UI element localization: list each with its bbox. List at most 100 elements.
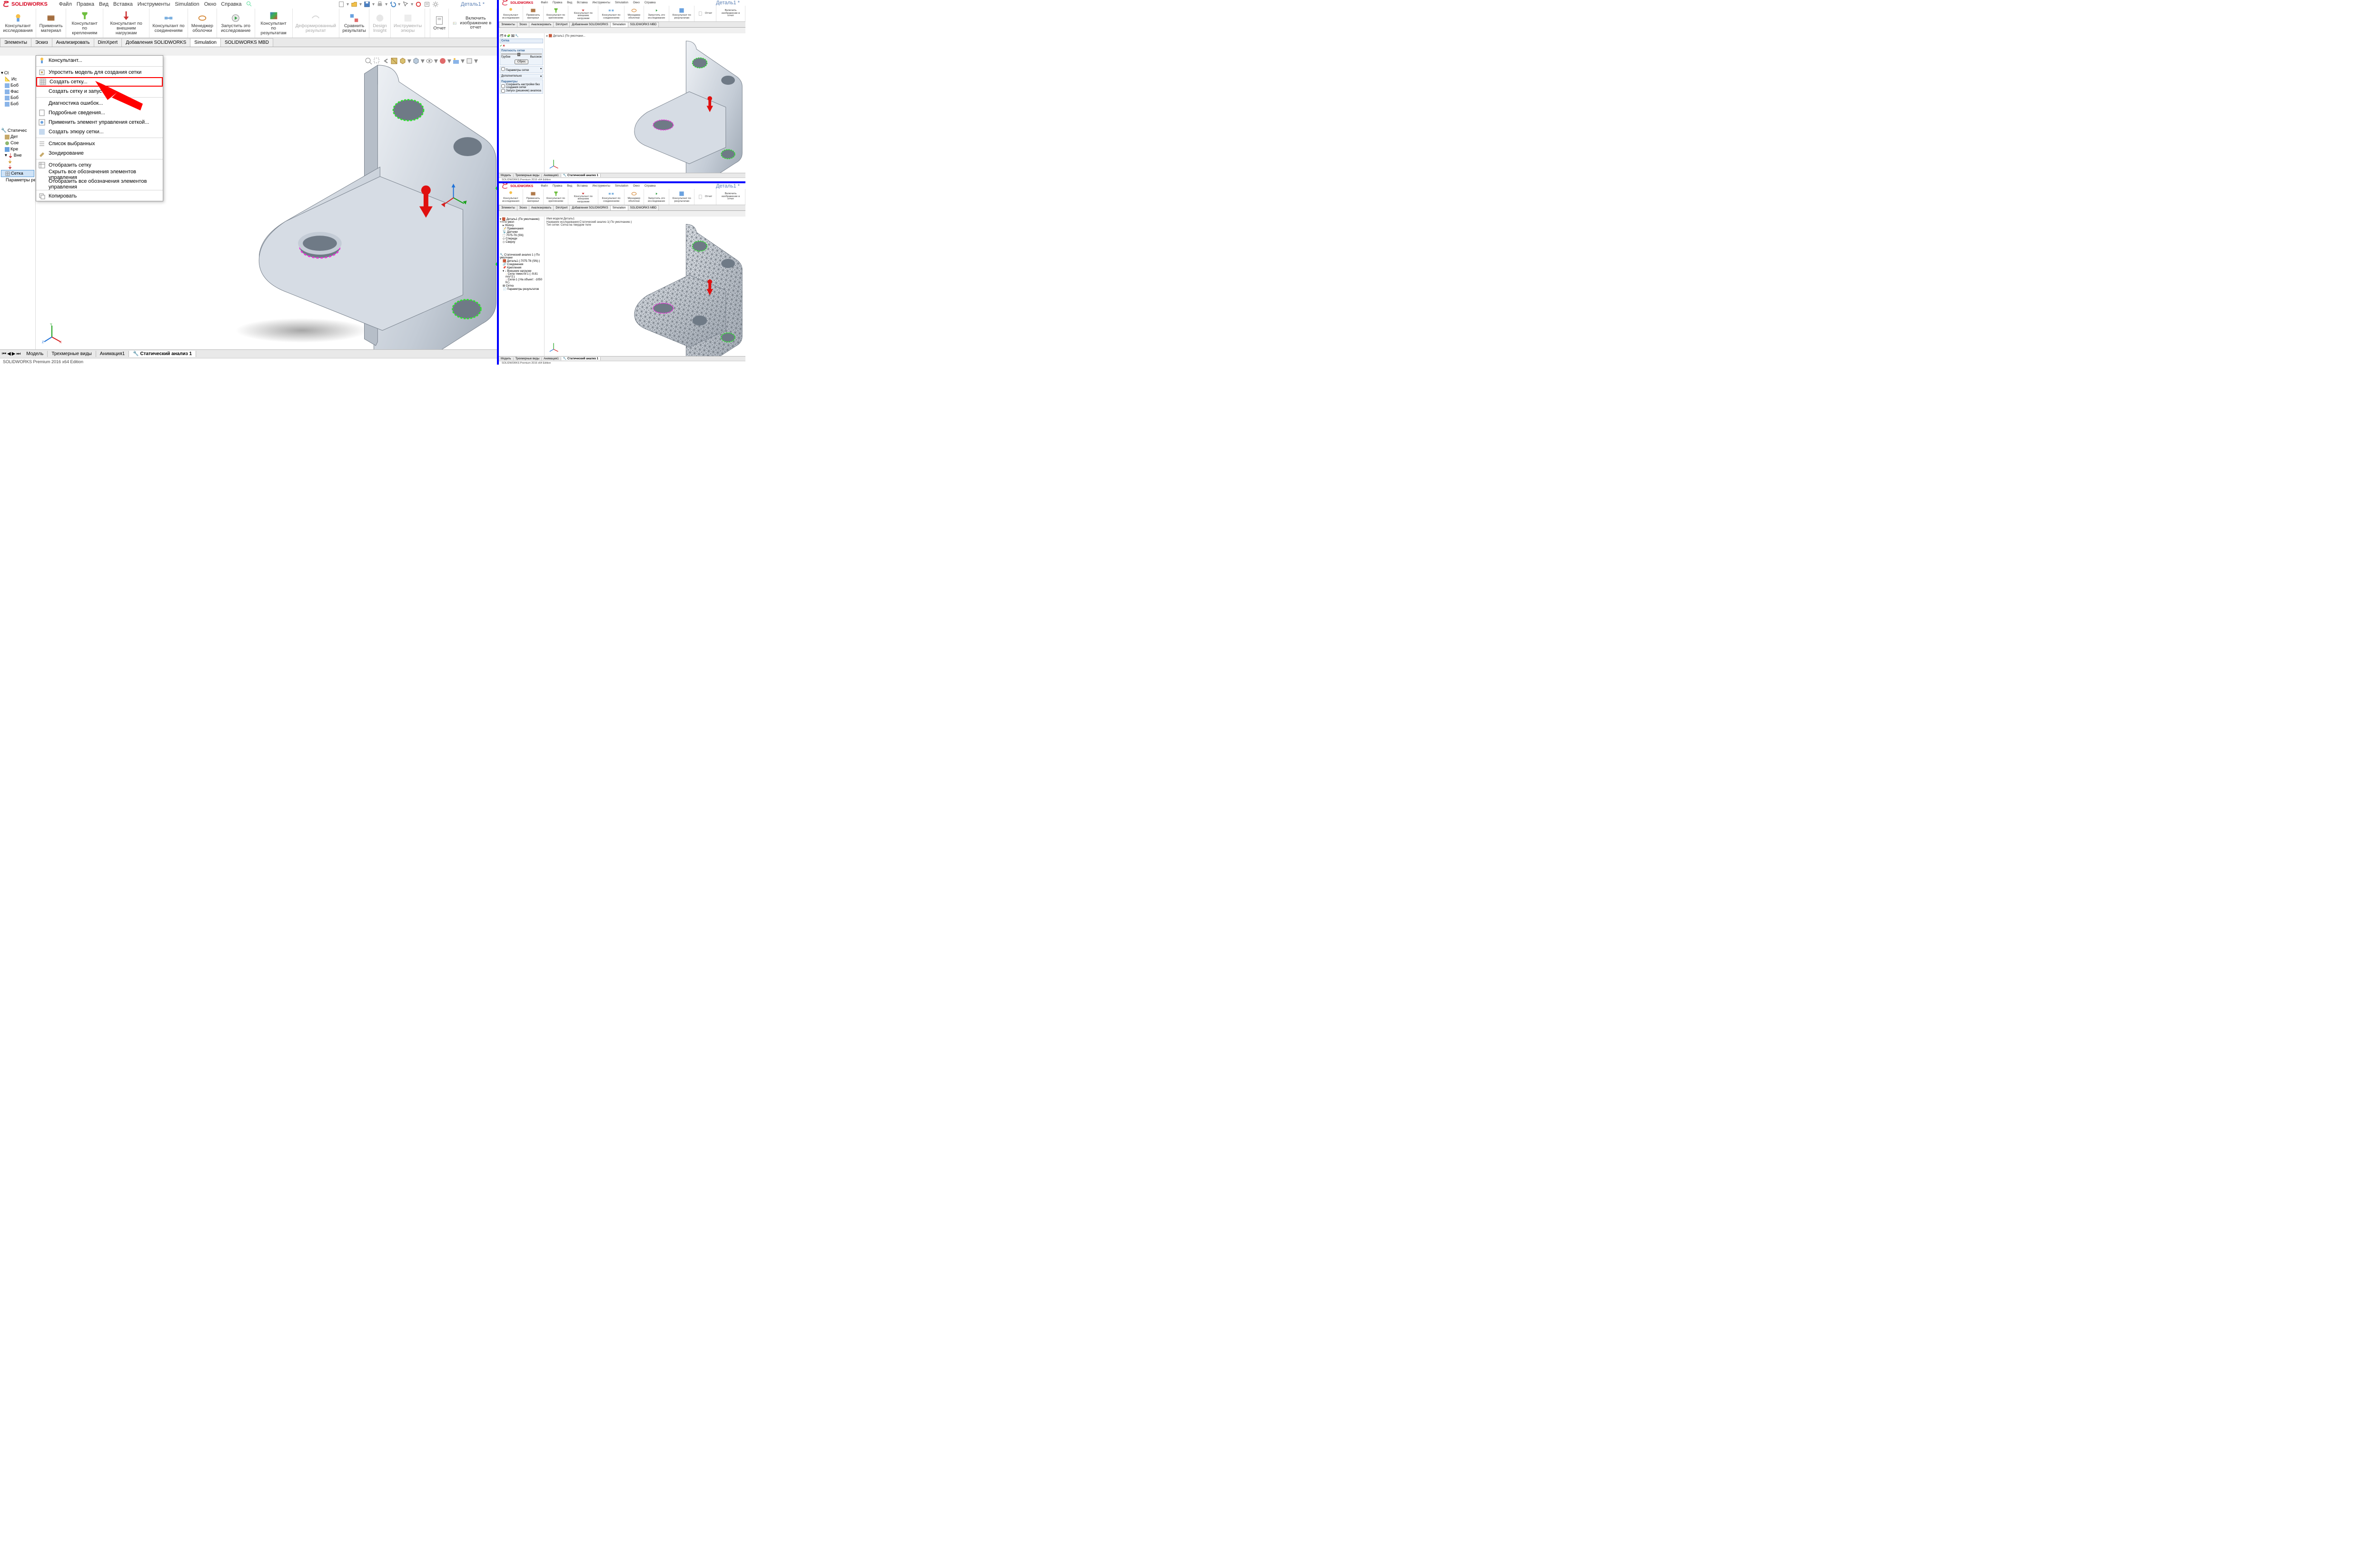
tree-mesh[interactable]: Сетка: [1, 170, 34, 177]
ctx-show-all-controls[interactable]: Отобразить все обозначения элементов упр…: [36, 179, 163, 189]
pm-ok-icon[interactable]: ✔: [500, 44, 502, 48]
new-icon[interactable]: [338, 1, 345, 8]
settings-icon[interactable]: [432, 1, 439, 8]
tree-part-root[interactable]: ▾ Ct: [1, 70, 34, 76]
view-orient-icon[interactable]: [399, 57, 407, 65]
pm-cancel-icon[interactable]: ✖: [503, 44, 505, 48]
tree-item[interactable]: Боб: [1, 82, 34, 89]
simulation-tree[interactable]: ▾ 🧱 Деталь1 (По умолчанию) <<По умол ▸ H…: [499, 217, 545, 356]
tree-item[interactable]: 📐 Ис: [1, 76, 34, 82]
ctx-show-mesh[interactable]: Отобразить сетку: [36, 160, 163, 170]
display-style-icon[interactable]: [412, 57, 420, 65]
tab-sketch[interactable]: Эскиз: [31, 38, 52, 47]
zoom-area-icon[interactable]: [373, 57, 381, 65]
graphics-area-small[interactable]: ▸ 🧱 Деталь1 (По умолчани...: [545, 33, 745, 173]
options-icon[interactable]: [424, 1, 430, 8]
menu-view[interactable]: Вид: [99, 1, 109, 7]
rb-include-image[interactable]: Включить изображение в отчет: [449, 9, 497, 38]
rb-shell-manager[interactable]: Менеджер оболочки: [188, 9, 217, 38]
tree-results-options[interactable]: Параметры результатов: [1, 177, 34, 183]
menu-window[interactable]: Окно: [204, 1, 217, 7]
breadcrumb[interactable]: ▸ 🧱 Деталь1 (По умолчани...: [546, 34, 585, 38]
btab-static[interactable]: 🔧 Статический анализ 1: [129, 351, 196, 357]
print-icon[interactable]: [377, 1, 383, 8]
mesh-density-slider[interactable]: [501, 53, 542, 55]
btab-nav-prev-icon[interactable]: ◀: [7, 351, 11, 357]
zoom-fit-icon[interactable]: [365, 57, 372, 65]
menu-simulation[interactable]: Simulation: [175, 1, 199, 7]
rb-loads-advisor[interactable]: Консультант по внешним нагрузкам: [103, 9, 149, 38]
tree-item[interactable]: Дет: [1, 134, 34, 140]
rb-connections-advisor[interactable]: Консультант по соединениям: [149, 9, 188, 38]
save-no-mesh-check[interactable]: [501, 84, 505, 88]
undo-icon[interactable]: [389, 1, 396, 8]
tab-evaluate[interactable]: Анализировать: [52, 38, 94, 47]
tab-features[interactable]: Элементы: [0, 38, 31, 47]
pm-tab-4-icon[interactable]: 🖼: [511, 34, 515, 38]
rb-study-advisor[interactable]: Консультант исследования: [0, 9, 36, 38]
btab-nav-next-icon[interactable]: ▶: [12, 351, 16, 357]
menu-tools[interactable]: Инструменты: [138, 1, 170, 7]
view-settings-icon[interactable]: [466, 57, 473, 65]
ctx-mesh-plot[interactable]: Создать эпюру сетки...: [36, 127, 163, 137]
rebuild-icon[interactable]: [415, 1, 422, 8]
tree-part-root[interactable]: ▾ 🧱 Деталь1 (По умолчанию) <<По умол: [500, 218, 543, 224]
ctx-selected-list[interactable]: Список выбранных: [36, 139, 163, 149]
tree-item[interactable]: Сoe: [1, 140, 34, 146]
open-icon[interactable]: [351, 1, 357, 8]
ctx-hide-all-controls[interactable]: Скрыть все обозначения элементов управле…: [36, 170, 163, 179]
rb-report[interactable]: Отчет: [430, 9, 449, 38]
pm-tab-1-icon[interactable]: 🗂: [500, 34, 504, 38]
mesh-property-manager[interactable]: 🗂⚙🧩🖼🔧 Сетка ✔ ✖ Плотность сетки ГрубоеВы…: [499, 33, 545, 173]
view-toolbar: ▾ ▾ ▾ ▾ ▾ ▾: [365, 57, 478, 65]
pm-tab-5-icon[interactable]: 🔧: [515, 34, 518, 38]
menu-insert[interactable]: Вставка: [113, 1, 133, 7]
ctx-probe[interactable]: Зондирование: [36, 149, 163, 158]
btab-nav-first-icon[interactable]: ⏮: [2, 351, 6, 357]
tree-item[interactable]: Фаc: [1, 89, 34, 95]
save-icon[interactable]: [364, 1, 370, 8]
reset-button[interactable]: Сброс: [515, 59, 528, 64]
feature-tree[interactable]: ▾ Ct 📐 Ис Боб Фаc Боб Боб 🔧 Статичес Дет…: [0, 56, 36, 349]
ctx-copy[interactable]: Копировать: [36, 191, 163, 201]
rb-results-advisor[interactable]: Консультант по результатам: [255, 9, 293, 38]
menu-file[interactable]: Файл: [59, 1, 72, 7]
tree-study[interactable]: 🔧 Статичес: [1, 128, 34, 134]
btab-anim[interactable]: Анимация1: [96, 351, 129, 357]
run-after-check[interactable]: [501, 89, 505, 93]
edit-appearance-icon[interactable]: [439, 57, 446, 65]
menu-search-icon[interactable]: [246, 1, 252, 8]
ctx-mesh-control[interactable]: Применить элемент управления сеткой...: [36, 118, 163, 127]
menu-help[interactable]: Справка: [221, 1, 241, 7]
btab-nav-last-icon[interactable]: ⏭: [16, 351, 20, 357]
pm-tab-3-icon[interactable]: 🧩: [507, 34, 510, 38]
rb-compare-results[interactable]: Сравнить результаты: [339, 9, 369, 38]
tree-item[interactable]: [1, 159, 34, 164]
graphics-area-meshed[interactable]: Имя модели:Деталь1Название исследования:…: [545, 217, 745, 356]
rb-run-study[interactable]: Запустить это исследование: [217, 9, 255, 38]
tab-simulation[interactable]: Simulation: [190, 38, 221, 47]
btab-3dviews[interactable]: Трехмерные виды: [48, 351, 96, 357]
section-view-icon[interactable]: [390, 57, 398, 65]
ctx-simplify[interactable]: Упростить модель для создания сетки: [36, 68, 163, 77]
tab-addins[interactable]: Добавления SOLIDWORKS: [121, 38, 190, 47]
ctx-advisor[interactable]: Консультант...: [36, 56, 163, 65]
tree-item[interactable]: Боб: [1, 101, 34, 107]
tree-item[interactable]: Кре: [1, 146, 34, 152]
hide-show-icon[interactable]: [426, 57, 433, 65]
apply-scene-icon[interactable]: [452, 57, 460, 65]
tree-item[interactable]: Боб: [1, 95, 34, 101]
rb-apply-material[interactable]: Применить материал: [36, 9, 66, 38]
tree-item[interactable]: [1, 164, 34, 170]
prev-view-icon[interactable]: [382, 57, 389, 65]
model-render-meshed: [545, 217, 745, 356]
pm-tab-2-icon[interactable]: ⚙: [504, 34, 506, 38]
menu-edit[interactable]: Правка: [77, 1, 94, 7]
tab-dimxpert[interactable]: DimXpert: [94, 38, 122, 47]
btab-model[interactable]: Модель: [22, 351, 48, 357]
tree-item[interactable]: ▾ Вне: [1, 152, 34, 159]
rb-fixtures-advisor[interactable]: Консультант по креплениям: [66, 9, 103, 38]
tab-mbd[interactable]: SOLIDWORKS MBD: [220, 38, 273, 47]
pm-params-toggle[interactable]: [501, 67, 505, 71]
select-icon[interactable]: [402, 1, 409, 8]
